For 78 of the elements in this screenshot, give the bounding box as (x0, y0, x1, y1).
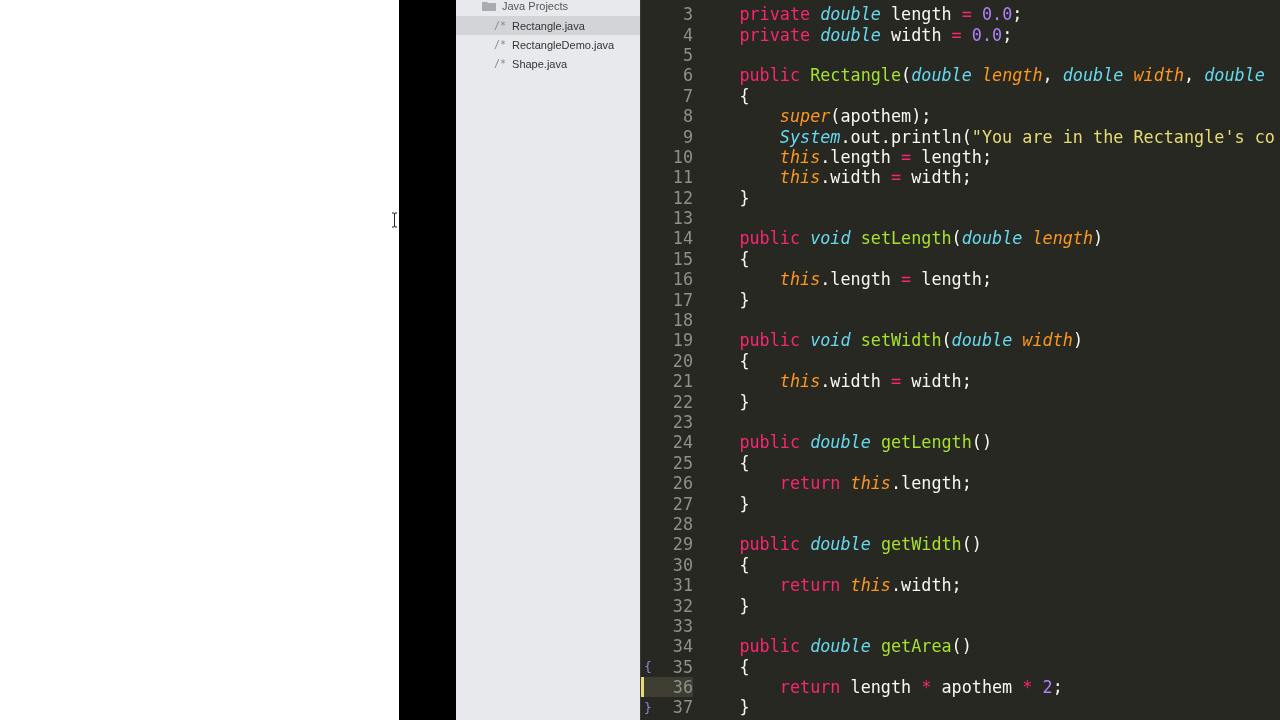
line-number: 15 (671, 248, 693, 269)
line-number: 16 (671, 269, 693, 290)
line-number: 23 (671, 412, 693, 432)
line-number: 14 (671, 228, 693, 249)
folder-icon (482, 1, 496, 11)
file-item[interactable]: /* Shape.java (456, 54, 640, 73)
code-line: this.length = length; (778, 146, 992, 167)
code-line: public double getArea() (738, 636, 972, 657)
line-number: 9 (681, 126, 693, 147)
line-number: 28 (671, 513, 693, 534)
line-number: 13 (671, 208, 693, 229)
line-number: 10 (671, 146, 693, 167)
line-number: 35 (671, 656, 693, 677)
line-number: 11 (671, 167, 693, 188)
file-name: Shape.java (512, 57, 568, 70)
code-line: public Rectangle(double length, double width, double (738, 65, 1265, 86)
line-number: 31 (671, 575, 693, 596)
line-number: 3 (681, 4, 693, 25)
line-number: 20 (671, 350, 693, 371)
line-number: 29 (671, 534, 693, 555)
line-number: 25 (671, 452, 693, 473)
file-glyph: /* (494, 58, 507, 69)
line-number: 30 (671, 554, 693, 575)
code-line: public void setWidth(double width) (738, 330, 1083, 351)
code-line: private double width = 0.0; (738, 24, 1013, 45)
fold-marker[interactable]: { (644, 659, 652, 675)
line-number: 33 (671, 615, 693, 636)
code-line: { (738, 248, 750, 269)
code-line: System.out.println("You are in the Rectangle's co (778, 126, 1275, 147)
code-line: private double length = 0.0; (738, 4, 1023, 25)
code-line: return this.length; (778, 473, 972, 494)
code-line: super(apothem); (778, 106, 932, 127)
line-number: 17 (671, 289, 693, 310)
code-line: return length * apothem * 2; (778, 677, 1063, 698)
file-glyph: /* (494, 20, 507, 31)
file-name: Rectangle.java (512, 19, 585, 32)
code-line: public double getWidth() (738, 534, 982, 555)
code-line: { (738, 656, 750, 677)
text-cursor-icon (391, 212, 398, 228)
file-item[interactable]: /* RectangleDemo.java (456, 35, 640, 54)
line-number: 18 (671, 310, 693, 331)
code-line: this.width = width; (778, 371, 972, 392)
code-line: } (738, 595, 750, 616)
line-number: 34 (671, 636, 693, 657)
file-name: RectangleDemo.java (512, 38, 615, 51)
line-number: 19 (671, 330, 693, 351)
code-line: { (738, 452, 750, 473)
line-number: 7 (681, 85, 693, 106)
code-line: } (738, 289, 750, 310)
line-number: 12 (671, 187, 693, 208)
code-line: this.length = length; (778, 269, 992, 290)
line-number: 36 (671, 677, 693, 698)
line-number: 32 (671, 595, 693, 616)
file-glyph: /* (494, 39, 507, 50)
code-line: public void setLength(double length) (738, 228, 1104, 249)
code-line: public double getLength() (738, 432, 993, 453)
code-line: } (738, 391, 750, 412)
code-line: return this.width; (778, 575, 962, 596)
line-number: 37 (671, 697, 693, 718)
code-line: { (738, 350, 750, 371)
code-line: } (738, 187, 750, 208)
file-item[interactable]: /* Rectangle.java (456, 16, 640, 35)
code-line: { (738, 554, 750, 575)
line-number: 21 (671, 371, 693, 392)
folder-name[interactable]: Java Projects (502, 0, 569, 12)
code-line: { (738, 85, 750, 106)
line-number: 8 (681, 106, 693, 127)
line-number: 26 (671, 473, 693, 494)
code-line: } (738, 493, 750, 514)
line-number: 22 (671, 391, 693, 412)
line-number: 4 (681, 24, 693, 45)
line-number: 27 (671, 493, 693, 514)
line-number: 5 (681, 44, 693, 65)
code-line: this.width = width; (778, 167, 972, 188)
fold-marker[interactable]: } (644, 699, 652, 715)
line-number: 6 (681, 65, 693, 86)
line-number: 24 (671, 432, 693, 453)
code-line: } (738, 697, 750, 718)
